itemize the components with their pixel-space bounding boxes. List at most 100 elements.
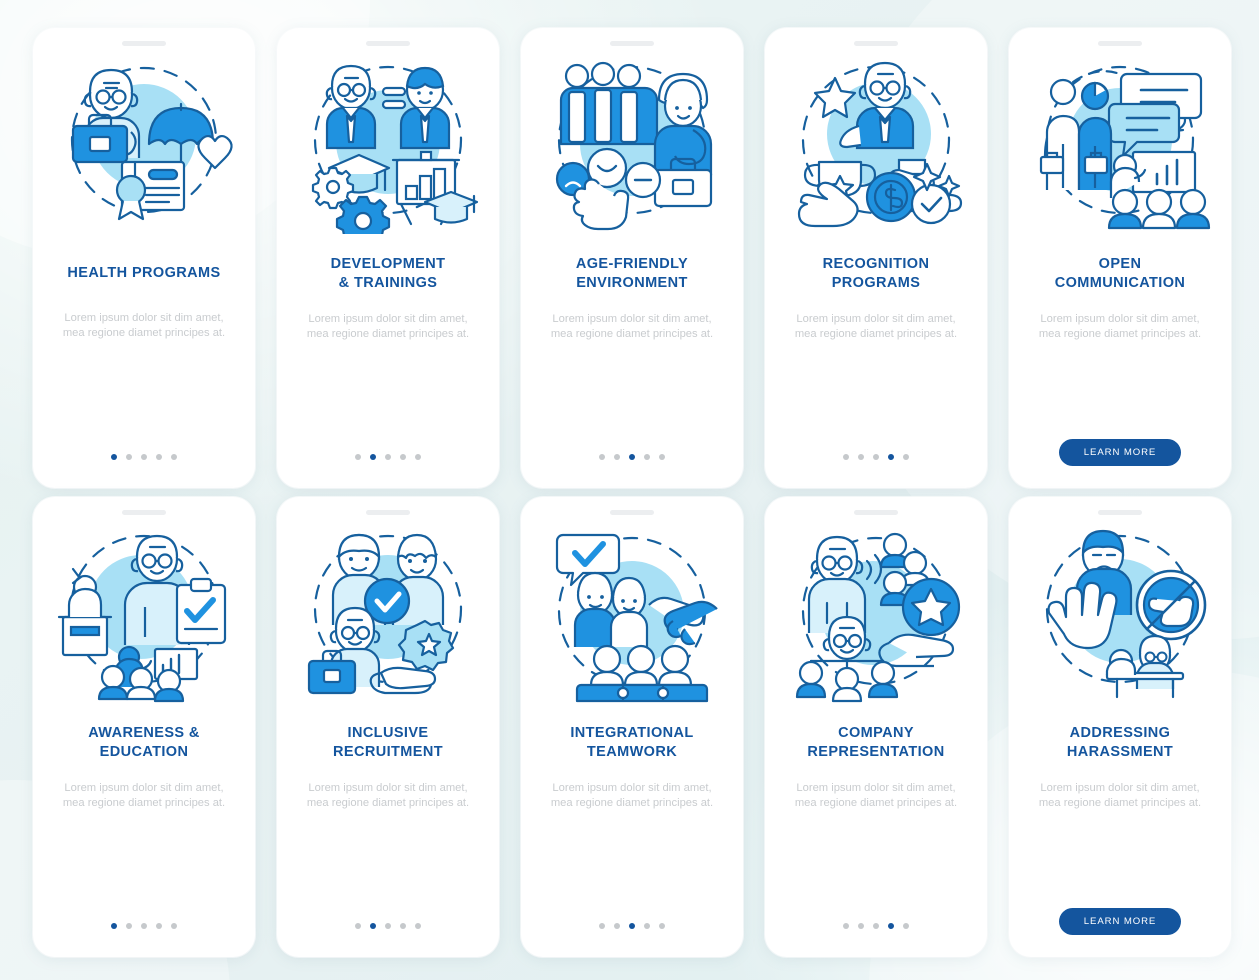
pagination-dot[interactable]: [355, 454, 361, 460]
pagination-dot[interactable]: [400, 454, 406, 460]
page-canvas: HEALTH PROGRAMS Lorem ipsum dolor sit di…: [0, 0, 1259, 980]
pagination-dot[interactable]: [415, 454, 421, 460]
onboarding-screen-card[interactable]: COMPANY REPRESENTATION Lorem ipsum dolor …: [765, 497, 987, 957]
pagination-dot[interactable]: [370, 923, 376, 929]
screen-title-line: RECRUITMENT: [333, 744, 443, 760]
onboarding-screen-card[interactable]: INTEGRATIONAL TEAMWORK Lorem ipsum dolor …: [521, 497, 743, 957]
learn-more-button[interactable]: LEARN MORE: [1059, 908, 1181, 935]
phone-speaker-notch: [366, 510, 410, 515]
phone-speaker-notch: [610, 41, 654, 46]
onboarding-screen-card[interactable]: AGE-FRIENDLY ENVIRONMENT Lorem ipsum dolo…: [521, 28, 743, 488]
screen-title-line: COMMUNICATION: [1054, 275, 1186, 291]
screen-body-text: Lorem ipsum dolor sit dim amet, mea regi…: [62, 312, 226, 340]
phone-speaker-notch: [122, 510, 166, 515]
pagination-dot[interactable]: [355, 923, 361, 929]
screen-title: INCLUSIVE RECRUITMENT: [321, 724, 455, 762]
pagination-dot[interactable]: [126, 454, 132, 460]
pagination-dot[interactable]: [171, 454, 177, 460]
screen-title-line: ENVIRONMENT: [576, 275, 688, 291]
screen-body-text: Lorem ipsum dolor sit dim amet, mea regi…: [550, 313, 714, 341]
speech-bubbles-colleagues-presentation-icon: [1025, 52, 1215, 234]
pagination-dot[interactable]: [614, 454, 620, 460]
onboarding-screen-card[interactable]: ADDRESSING HARASSMENT Lorem ipsum dolor s…: [1009, 497, 1231, 957]
onboarding-screen-card[interactable]: INCLUSIVE RECRUITMENT Lorem ipsum dolor s…: [277, 497, 499, 957]
screen-title-line: HARASSMENT: [1066, 744, 1174, 760]
pagination-dot[interactable]: [903, 454, 909, 460]
screen-title-line: COMPANY: [838, 725, 914, 741]
stop-hand-prohibition-sign-icon: [1025, 521, 1215, 703]
pagination-dot[interactable]: [370, 454, 376, 460]
pagination-dots: [843, 923, 909, 929]
pagination-dot[interactable]: [903, 923, 909, 929]
pagination-dots: [843, 454, 909, 460]
screen-title-line: & TRAININGS: [338, 275, 438, 291]
screen-body-text: Lorem ipsum dolor sit dim amet, mea regi…: [794, 782, 958, 810]
pagination-dot[interactable]: [111, 923, 117, 929]
pagination-dots: [599, 923, 665, 929]
pagination-dot[interactable]: [141, 923, 147, 929]
pagination-dot[interactable]: [156, 923, 162, 929]
pagination-dot[interactable]: [599, 923, 605, 929]
pagination-dot[interactable]: [888, 923, 894, 929]
pagination-dot[interactable]: [385, 454, 391, 460]
pagination-dot[interactable]: [141, 454, 147, 460]
pagination-dot[interactable]: [858, 454, 864, 460]
pagination-dot[interactable]: [888, 454, 894, 460]
pagination-dot[interactable]: [858, 923, 864, 929]
onboarding-screen-card[interactable]: DEVELOPMENT & TRAININGS Lorem ipsum dolor…: [277, 28, 499, 488]
pagination-dot[interactable]: [843, 454, 849, 460]
onboarding-screen-card[interactable]: HEALTH PROGRAMS Lorem ipsum dolor sit di…: [33, 28, 255, 488]
screen-title-line: INTEGRATIONAL: [570, 725, 694, 741]
screen-title: COMPANY REPRESENTATION: [795, 724, 956, 762]
pagination-dot[interactable]: [644, 923, 650, 929]
mentor-graduate-gears-chart-icon: [293, 52, 483, 234]
senior-worker-umbrella-heart-certificate-icon: [49, 52, 239, 234]
screen-title: HEALTH PROGRAMS: [55, 264, 232, 283]
screen-body-text: Lorem ipsum dolor sit dim amet, mea regi…: [306, 313, 470, 341]
phone-speaker-notch: [122, 41, 166, 46]
pagination-dot[interactable]: [629, 923, 635, 929]
pagination-dot[interactable]: [873, 923, 879, 929]
onboarding-screen-card[interactable]: RECOGNITION PROGRAMS Lorem ipsum dolor si…: [765, 28, 987, 488]
pagination-dot[interactable]: [629, 454, 635, 460]
screen-title: AGE-FRIENDLY ENVIRONMENT: [564, 255, 700, 293]
pagination-dot[interactable]: [599, 454, 605, 460]
phone-speaker-notch: [854, 510, 898, 515]
trophy-star-bonus-coin-hand-icon: [781, 52, 971, 234]
phone-speaker-notch: [366, 41, 410, 46]
pagination-dot[interactable]: [171, 923, 177, 929]
onboarding-screen-card[interactable]: AWARENESS & EDUCATION Lorem ipsum dolor s…: [33, 497, 255, 957]
org-chart-star-hand-icon: [781, 521, 971, 703]
phone-speaker-notch: [610, 510, 654, 515]
pagination-dot[interactable]: [111, 454, 117, 460]
pagination-dot[interactable]: [614, 923, 620, 929]
pagination-dot[interactable]: [843, 923, 849, 929]
pagination-dots: [111, 454, 177, 460]
screen-title-line: RECOGNITION: [822, 256, 930, 272]
screen-title: ADDRESSING HARASSMENT: [1055, 724, 1185, 762]
pagination-dot[interactable]: [659, 923, 665, 929]
pagination-dot[interactable]: [644, 454, 650, 460]
screen-title: RECOGNITION PROGRAMS: [811, 255, 942, 293]
screen-title-line: ADDRESSING: [1069, 725, 1171, 741]
screen-title: INTEGRATIONAL TEAMWORK: [558, 724, 705, 762]
screen-body-text: Lorem ipsum dolor sit dim amet, mea regi…: [550, 782, 714, 810]
screen-title-line: EDUCATION: [99, 744, 189, 760]
pagination-dot[interactable]: [415, 923, 421, 929]
pagination-dot[interactable]: [156, 454, 162, 460]
pagination-dot[interactable]: [873, 454, 879, 460]
pagination-dots: [599, 454, 665, 460]
screen-title-line: AGE-FRIENDLY: [575, 256, 689, 272]
screen-title-line: HEALTH PROGRAMS: [67, 265, 221, 281]
lecturer-checklist-audience-icon: [49, 521, 239, 703]
pagination-dot[interactable]: [126, 923, 132, 929]
pagination-dot[interactable]: [659, 454, 665, 460]
screen-title-line: DEVELOPMENT: [330, 256, 446, 272]
screen-title: AWARENESS & EDUCATION: [76, 724, 212, 762]
onboarding-screen-card[interactable]: OPEN COMMUNICATION Lorem ipsum dolor sit …: [1009, 28, 1231, 488]
pagination-dot[interactable]: [385, 923, 391, 929]
pagination-dot[interactable]: [400, 923, 406, 929]
learn-more-button[interactable]: LEARN MORE: [1059, 439, 1181, 466]
screen-title-line: PROGRAMS: [831, 275, 921, 291]
phone-speaker-notch: [1098, 41, 1142, 46]
